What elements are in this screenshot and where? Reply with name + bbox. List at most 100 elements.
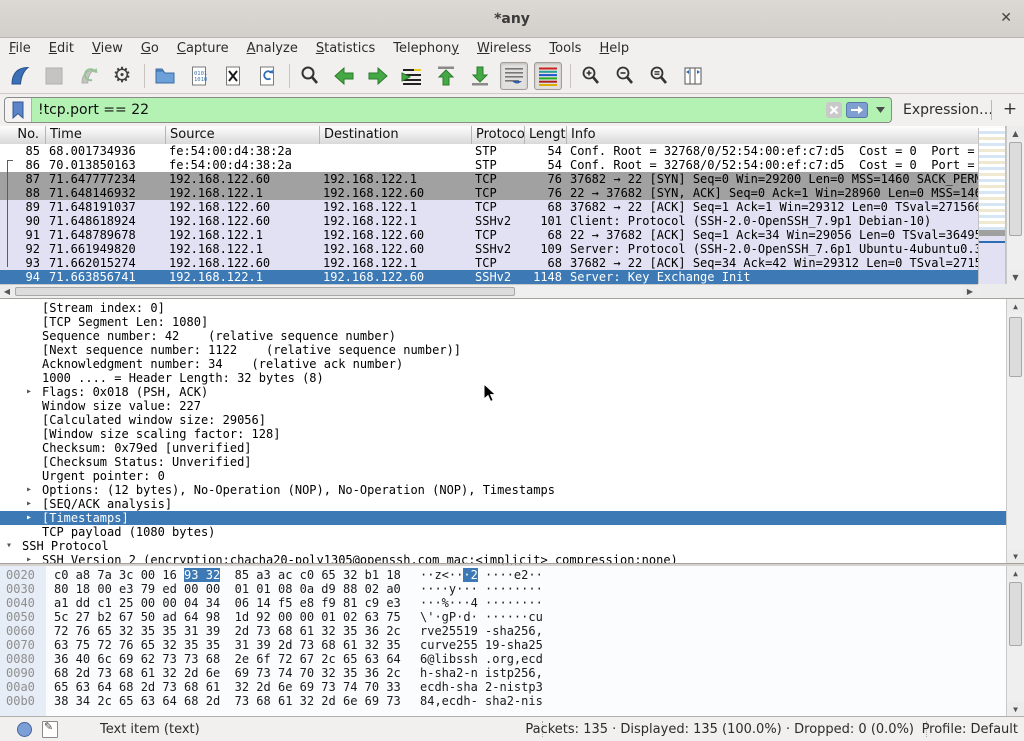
scroll-right-icon[interactable]: ▶ (963, 285, 977, 298)
intelligent-scrollbar[interactable] (978, 128, 1006, 284)
detail-row[interactable]: [Checksum Status: Unverified] (0, 455, 1006, 469)
detail-row[interactable]: [Calculated window size: 29056] (0, 413, 1006, 427)
scroll-thumb[interactable] (15, 287, 515, 296)
detail-row[interactable]: Checksum: 0x79ed [unverified] (0, 441, 1006, 455)
find-packet-icon[interactable] (296, 62, 324, 90)
detail-row[interactable]: ▸[SEQ/ACK analysis] (0, 497, 1006, 511)
menu-view[interactable]: View (83, 40, 132, 57)
save-file-icon[interactable]: 01011010 (185, 62, 213, 90)
scroll-thumb[interactable] (1009, 142, 1022, 236)
hex-row[interactable]: 00505c 27 b2 67 50 ad 64 98 1d 92 00 00 … (0, 610, 1006, 624)
menu-telephony[interactable]: Telephony (384, 40, 468, 57)
detail-row[interactable]: Sequence number: 42 (relative sequence n… (0, 329, 1006, 343)
expert-info-icon[interactable] (17, 722, 32, 737)
column-header-destination[interactable]: Destination (320, 126, 472, 144)
hex-row[interactable]: 00a065 63 64 68 2d 73 68 61 32 2d 6e 69 … (0, 680, 1006, 694)
display-filter-field[interactable]: !tcp.port == 22 (4, 97, 892, 123)
go-to-bottom-icon[interactable] (466, 62, 494, 90)
stop-capture-icon[interactable] (40, 62, 68, 90)
detail-row[interactable]: ▸Options: (12 bytes), No-Operation (NOP)… (0, 483, 1006, 497)
expression-button[interactable]: Expression… (903, 102, 993, 118)
go-forward-icon[interactable] (364, 62, 392, 90)
column-header-length[interactable]: Length (525, 126, 567, 144)
scroll-down-icon[interactable]: ▼ (1007, 549, 1024, 563)
detail-row[interactable]: Urgent pointer: 0 (0, 469, 1006, 483)
profile-label[interactable]: Profile: Default (922, 722, 1018, 737)
packet-row-91[interactable]: 9171.648789678192.168.122.1192.168.122.6… (0, 228, 978, 242)
hex-row[interactable]: 008036 40 6c 69 62 73 73 68 2e 6f 72 67 … (0, 652, 1006, 666)
menu-analyze[interactable]: Analyze (238, 40, 307, 57)
auto-scroll-icon[interactable] (500, 62, 528, 90)
packet-row-88[interactable]: 8871.648146932192.168.122.1192.168.122.6… (0, 186, 978, 200)
hex-row[interactable]: 006072 76 65 32 35 35 31 39 2d 73 68 61 … (0, 624, 1006, 638)
menu-statistics[interactable]: Statistics (307, 40, 384, 57)
expand-icon[interactable]: ▸ (26, 511, 42, 525)
scroll-thumb[interactable] (1009, 317, 1022, 377)
filter-dropdown-icon[interactable] (872, 102, 888, 118)
hex-row[interactable]: 009068 2d 73 68 61 32 2d 6e 69 73 74 70 … (0, 666, 1006, 680)
detail-row[interactable]: [Next sequence number: 1122 (relative se… (0, 343, 1006, 357)
hex-row[interactable]: 0020c0 a8 7a 3c 00 16 93 32 85 a3 ac c0 … (0, 568, 1006, 582)
restart-capture-icon[interactable] (74, 62, 102, 90)
detail-row[interactable]: [TCP Segment Len: 1080] (0, 315, 1006, 329)
detail-row[interactable]: ▾SSH Protocol (0, 539, 1006, 553)
packet-list-hscrollbar[interactable]: ◀ ▶ (0, 284, 978, 298)
detail-row[interactable]: Acknowledgment number: 34 (relative ack … (0, 357, 1006, 371)
expand-icon[interactable]: ▸ (26, 483, 42, 497)
collapse-icon[interactable]: ▾ (6, 539, 22, 553)
column-header-protocol[interactable]: Protocol (472, 126, 525, 144)
menu-help[interactable]: Help (590, 40, 638, 57)
scroll-up-icon[interactable]: ▲ (1007, 126, 1024, 140)
packet-row-86[interactable]: 8670.013850163fe:54:00:d4:38:2aSTP54Conf… (0, 158, 978, 172)
colorize-packets-icon[interactable] (534, 62, 562, 90)
zoom-out-icon[interactable] (611, 62, 639, 90)
scroll-down-icon[interactable]: ▼ (1007, 270, 1024, 284)
capture-comment-icon[interactable]: ✎ (42, 721, 58, 738)
packet-row-89[interactable]: 8971.648191037192.168.122.60192.168.122.… (0, 200, 978, 214)
menu-edit[interactable]: Edit (40, 40, 83, 57)
detail-row[interactable]: Window size value: 227 (0, 399, 1006, 413)
detail-row[interactable]: [Stream index: 0] (0, 301, 1006, 315)
resize-columns-icon[interactable] (679, 62, 707, 90)
detail-vscrollbar[interactable]: ▲ ▼ (1006, 299, 1024, 563)
detail-row[interactable]: TCP payload (1080 bytes) (0, 525, 1006, 539)
packet-row-92[interactable]: 9271.661949820192.168.122.1192.168.122.6… (0, 242, 978, 256)
zoom-in-icon[interactable] (577, 62, 605, 90)
packet-row-85[interactable]: 8568.001734936fe:54:00:d4:38:2aSTP54Conf… (0, 144, 978, 158)
column-header-time[interactable]: Time (46, 126, 166, 144)
capture-options-icon[interactable]: ⚙ (108, 62, 136, 90)
reload-file-icon[interactable] (253, 62, 281, 90)
scroll-thumb[interactable] (1009, 582, 1022, 646)
hex-row[interactable]: 0040a1 dd c1 25 00 00 04 34 06 14 f5 e8 … (0, 596, 1006, 610)
packet-row-93[interactable]: 9371.662015274192.168.122.60192.168.122.… (0, 256, 978, 270)
scroll-up-icon[interactable]: ▲ (1007, 299, 1024, 313)
scroll-down-icon[interactable]: ▼ (1007, 702, 1024, 716)
packet-row-94[interactable]: 9471.663856741192.168.122.1192.168.122.6… (0, 270, 978, 284)
clear-filter-icon[interactable] (826, 102, 842, 118)
zoom-reset-icon[interactable] (645, 62, 673, 90)
go-back-icon[interactable] (330, 62, 358, 90)
menu-wireless[interactable]: Wireless (468, 40, 540, 57)
expand-icon[interactable]: ▸ (26, 385, 42, 399)
start-capture-icon[interactable] (6, 62, 34, 90)
hex-row[interactable]: 00b038 34 2c 65 63 64 68 2d 73 68 61 32 … (0, 694, 1006, 708)
hex-row[interactable]: 007063 75 72 76 65 32 35 35 31 39 2d 73 … (0, 638, 1006, 652)
menu-tools[interactable]: Tools (540, 40, 590, 57)
column-header-info[interactable]: Info (567, 126, 1006, 144)
go-to-top-icon[interactable] (432, 62, 460, 90)
close-file-icon[interactable] (219, 62, 247, 90)
apply-filter-icon[interactable] (846, 102, 868, 118)
display-filter-input[interactable]: !tcp.port == 22 (32, 102, 826, 118)
column-header-no[interactable]: No. (0, 126, 46, 144)
scroll-left-icon[interactable]: ◀ (0, 285, 14, 298)
bookmark-icon[interactable] (5, 98, 32, 122)
scroll-up-icon[interactable]: ▲ (1007, 566, 1024, 580)
packet-row-87[interactable]: 8771.647777234192.168.122.60192.168.122.… (0, 172, 978, 186)
expand-icon[interactable]: ▸ (26, 553, 42, 563)
go-to-packet-icon[interactable] (398, 62, 426, 90)
packet-list-vscrollbar[interactable]: ▲ ▼ (1006, 126, 1024, 284)
close-icon[interactable]: ✕ (1000, 9, 1012, 27)
expand-icon[interactable]: ▸ (26, 497, 42, 511)
add-filter-button[interactable]: + (1001, 99, 1019, 119)
menu-file[interactable]: File (0, 40, 40, 57)
